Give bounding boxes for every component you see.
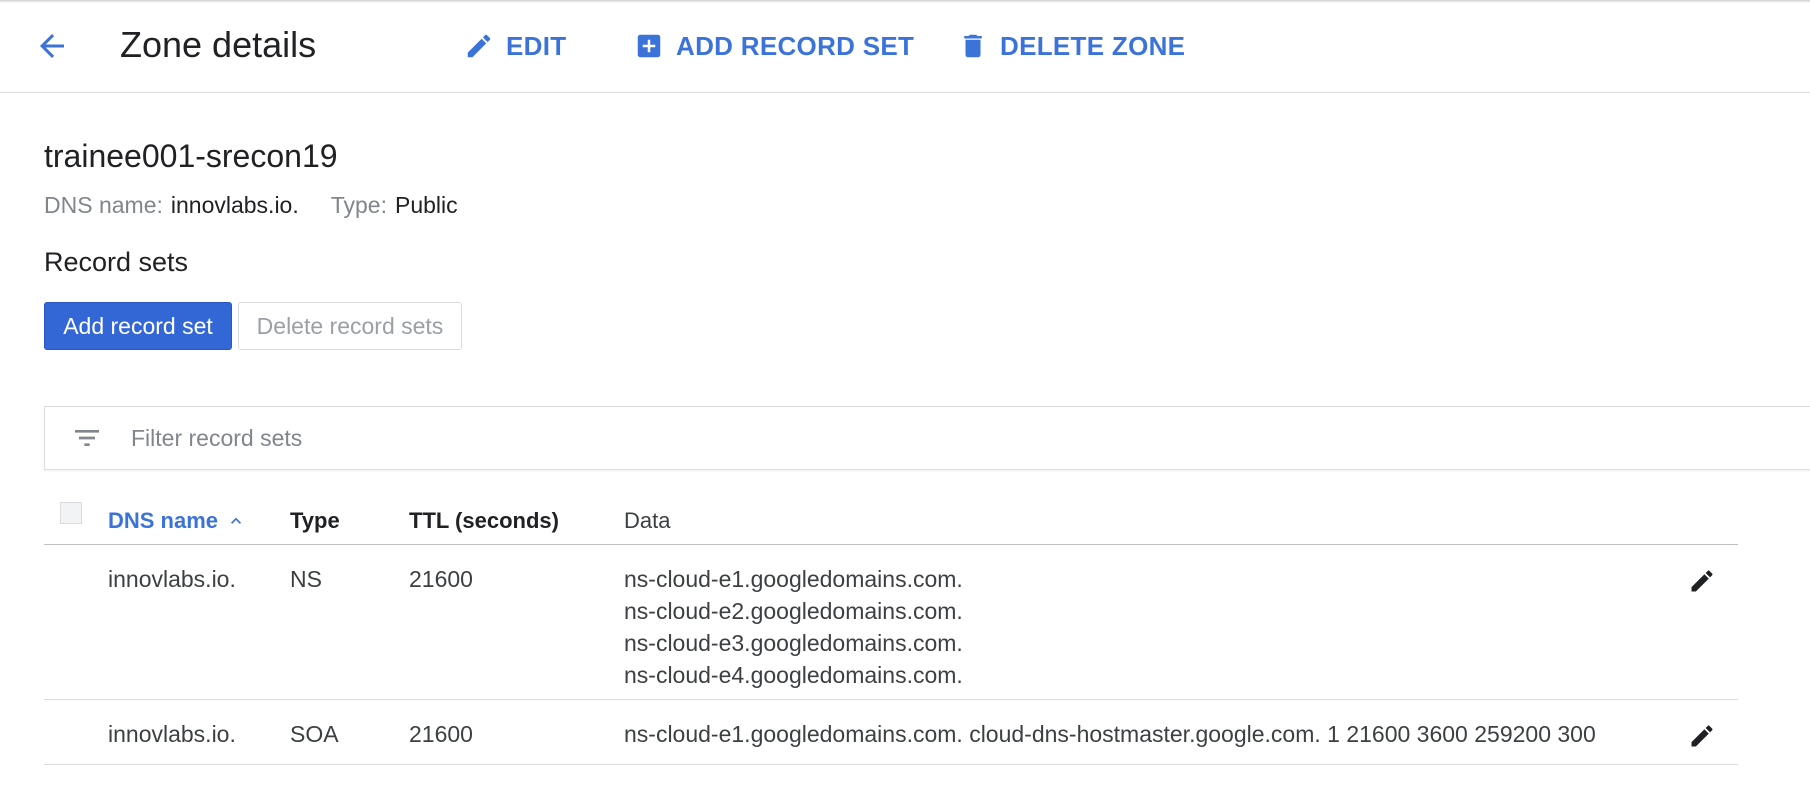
select-all-checkbox[interactable] xyxy=(60,502,82,524)
zone-name: trainee001-srecon19 xyxy=(44,138,338,174)
row-ttl: 21600 xyxy=(409,721,473,747)
delete-zone-label: DELETE ZONE xyxy=(1000,30,1186,61)
column-header-type: Type xyxy=(290,508,340,533)
record-sets-title: Record sets xyxy=(44,247,189,277)
row-dns-name: innovlabs.io. xyxy=(108,721,236,747)
page-title: Zone details xyxy=(120,24,317,65)
filter-bar xyxy=(44,406,1810,470)
record-sets-table: DNS name Type TTL (seconds) Data innovla… xyxy=(44,496,1738,765)
row-data-line: ns-cloud-e2.googledomains.com. xyxy=(624,598,963,624)
row-data-line: ns-cloud-e4.googledomains.com. xyxy=(624,662,963,688)
type-label: Type: xyxy=(330,192,387,218)
row-data-line: ns-cloud-e3.googledomains.com. xyxy=(624,630,963,656)
row-data: ns-cloud-e1.googledomains.com. cloud-dns… xyxy=(624,718,1596,750)
add-record-set-header-button[interactable]: ADD RECORD SET xyxy=(634,26,914,66)
delete-record-sets-button[interactable]: Delete record sets xyxy=(238,302,462,350)
add-record-set-button[interactable]: Add record set xyxy=(44,302,232,350)
table-row: innovlabs.io. NS 21600 ns-cloud-e1.googl… xyxy=(44,545,1738,700)
edit-record-button[interactable] xyxy=(1684,718,1720,754)
edit-record-button[interactable] xyxy=(1684,563,1720,599)
column-header-dns-name[interactable]: DNS name xyxy=(108,508,246,534)
dns-name-label: DNS name: xyxy=(44,192,163,218)
edit-zone-button[interactable]: EDIT xyxy=(464,26,566,66)
pencil-icon xyxy=(467,34,491,58)
row-data-line: ns-cloud-e1.googledomains.com. xyxy=(624,566,963,592)
page-header: Zone details EDIT ADD RECORD SET DELETE … xyxy=(0,0,1810,93)
dns-name-value: innovlabs.io. xyxy=(170,192,299,218)
column-dns-name-label: DNS name xyxy=(108,508,219,533)
type-value: Public xyxy=(395,192,458,218)
row-data: ns-cloud-e1.googledomains.com. ns-cloud-… xyxy=(624,563,963,691)
zone-meta: DNS name: innovlabs.io. Type: Public xyxy=(44,190,482,220)
table-header: DNS name Type TTL (seconds) Data xyxy=(44,496,1738,545)
pencil-icon xyxy=(1691,725,1713,747)
plus-box-icon xyxy=(637,34,661,58)
row-data-line: ns-cloud-e1.googledomains.com. cloud-dns… xyxy=(624,721,1596,747)
arrow-back-icon xyxy=(40,34,64,58)
filter-list-icon xyxy=(71,422,103,454)
trash-icon xyxy=(964,34,982,58)
edit-zone-label: EDIT xyxy=(506,30,567,61)
column-header-data: Data xyxy=(624,508,671,533)
delete-zone-button[interactable]: DELETE ZONE xyxy=(958,26,1185,66)
row-dns-name: innovlabs.io. xyxy=(108,566,236,592)
row-ttl: 21600 xyxy=(409,566,473,592)
row-type: NS xyxy=(290,566,322,592)
row-type: SOA xyxy=(290,721,339,747)
back-button[interactable] xyxy=(28,26,76,66)
chevron-up-icon xyxy=(231,517,242,524)
add-record-set-header-label: ADD RECORD SET xyxy=(676,30,915,61)
filter-input[interactable] xyxy=(129,423,1533,453)
column-header-ttl: TTL (seconds) xyxy=(409,508,559,533)
pencil-icon xyxy=(1691,570,1713,592)
table-row: innovlabs.io. SOA 21600 ns-cloud-e1.goog… xyxy=(44,700,1738,765)
